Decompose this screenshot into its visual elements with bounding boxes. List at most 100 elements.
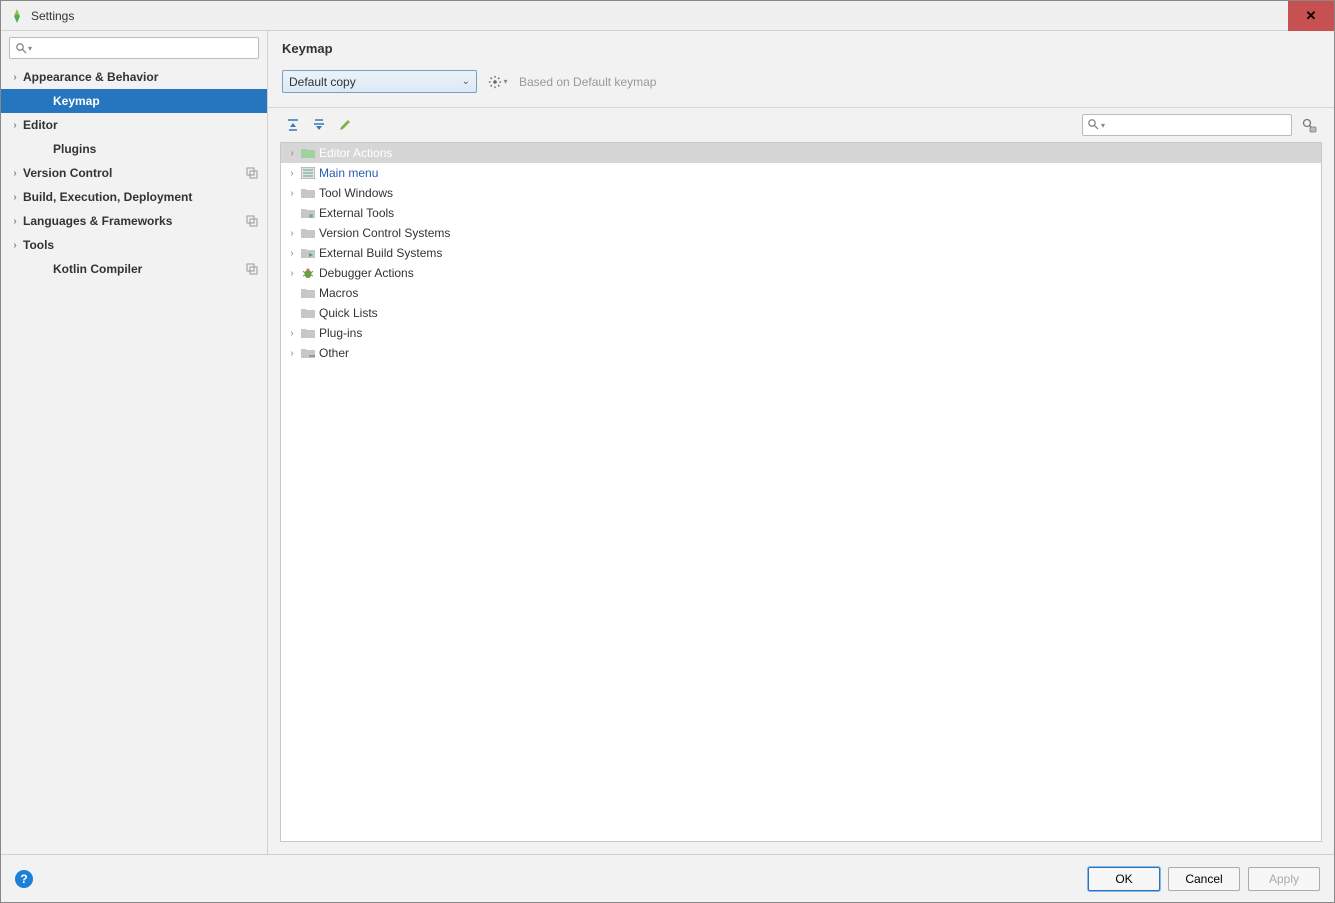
app-icon (9, 8, 25, 24)
chevron-right-icon: › (7, 168, 23, 179)
expand-all-button[interactable] (280, 114, 306, 136)
content-header: Keymap Default copy ⌄ (268, 31, 1334, 108)
close-button[interactable]: ✕ (1288, 1, 1334, 31)
nav-version-control[interactable]: › Version Control (1, 161, 267, 185)
tree-editor-actions[interactable]: › Editor Actions (281, 143, 1321, 163)
action-search-box[interactable]: ▾ (1082, 114, 1292, 136)
chevron-right-icon: › (7, 192, 23, 203)
keymap-gear-button[interactable]: ▾ (487, 71, 509, 93)
chevron-right-icon: › (285, 168, 299, 179)
nav-appearance-behavior[interactable]: › Appearance & Behavior (1, 65, 267, 89)
search-dropdown-icon: ▾ (28, 44, 38, 53)
tree-label: Other (319, 346, 349, 360)
folder-icon (299, 325, 317, 341)
tree-label: Macros (319, 286, 358, 300)
chevron-right-icon: › (285, 148, 299, 159)
based-on-text: Based on Default keymap (519, 75, 656, 89)
edit-button[interactable] (332, 114, 358, 136)
tree-version-control-systems[interactable]: › Version Control Systems (281, 223, 1321, 243)
nav-tools[interactable]: › Tools (1, 233, 267, 257)
folder-icon (299, 145, 317, 161)
tree-label: Debugger Actions (319, 266, 414, 280)
project-level-icon (245, 262, 259, 276)
chevron-right-icon: › (285, 328, 299, 339)
sidebar-search-input[interactable] (38, 41, 254, 55)
chevron-right-icon: › (285, 348, 299, 359)
nav-label: Build, Execution, Deployment (23, 190, 192, 204)
nav-label: Tools (23, 238, 54, 252)
nav-kotlin-compiler[interactable]: › Kotlin Compiler (1, 257, 267, 281)
dialog-footer: ? OK Cancel Apply (1, 854, 1334, 902)
tree-label: Main menu (319, 166, 378, 180)
project-level-icon (245, 166, 259, 180)
tree-external-build-systems[interactable]: › External Build Systems (281, 243, 1321, 263)
search-dropdown-icon: ▾ (1101, 121, 1111, 130)
tree-tool-windows[interactable]: › Tool Windows (281, 183, 1321, 203)
tree-label: Plug-ins (319, 326, 362, 340)
keymap-selected-value: Default copy (289, 75, 356, 89)
expand-all-icon (286, 118, 300, 132)
pencil-icon (338, 118, 352, 132)
nav-editor[interactable]: › Editor (1, 113, 267, 137)
dropdown-icon: ▾ (503, 77, 507, 86)
nav-label: Version Control (23, 166, 112, 180)
tool-icon (299, 205, 317, 221)
collapse-all-button[interactable] (306, 114, 332, 136)
sidebar-search-box[interactable]: ▾ (9, 37, 259, 59)
folder-icon (299, 285, 317, 301)
collapse-all-icon (312, 118, 326, 132)
tree-external-tools[interactable]: › External Tools (281, 203, 1321, 223)
search-icon (1087, 118, 1101, 132)
keymap-row: Default copy ⌄ ▾ Based o (282, 70, 1320, 93)
tree-label: Editor Actions (319, 146, 392, 160)
project-level-icon (245, 214, 259, 228)
tree-quick-lists[interactable]: › Quick Lists (281, 303, 1321, 323)
tree-label: Version Control Systems (319, 226, 450, 240)
chevron-right-icon: › (285, 268, 299, 279)
tree-plug-ins[interactable]: › Plug-ins (281, 323, 1321, 343)
bug-icon (299, 265, 317, 281)
chevron-right-icon: › (7, 120, 23, 131)
content-panel: Keymap Default copy ⌄ (268, 31, 1334, 854)
find-by-shortcut-button[interactable] (1296, 114, 1322, 136)
nav-label: Languages & Frameworks (23, 214, 172, 228)
nav-languages-frameworks[interactable]: › Languages & Frameworks (1, 209, 267, 233)
action-search-input[interactable] (1111, 118, 1287, 132)
main-area: ▾ › Appearance & Behavior › Keymap › Edi… (1, 31, 1334, 854)
folder-icon (299, 225, 317, 241)
sidebar-search-wrap: ▾ (1, 31, 267, 65)
chevron-right-icon: › (7, 240, 23, 251)
search-icon (14, 41, 28, 55)
menu-icon (299, 165, 317, 181)
close-icon: ✕ (1306, 8, 1317, 24)
chevron-right-icon: › (7, 216, 23, 227)
keymap-select[interactable]: Default copy ⌄ (282, 70, 477, 93)
tree-label: Tool Windows (319, 186, 393, 200)
nav-keymap[interactable]: › Keymap (1, 89, 267, 113)
folder-arrow-icon (299, 245, 317, 261)
tree-debugger-actions[interactable]: › Debugger Actions (281, 263, 1321, 283)
chevron-down-icon: ⌄ (462, 76, 470, 87)
chevron-right-icon: › (285, 228, 299, 239)
gear-icon (488, 75, 502, 89)
tree-main-menu[interactable]: › Main menu (281, 163, 1321, 183)
nav-label: Appearance & Behavior (23, 70, 158, 84)
nav-label: Kotlin Compiler (53, 262, 142, 276)
tree-other[interactable]: › Other (281, 343, 1321, 363)
nav-label: Editor (23, 118, 58, 132)
tree-macros[interactable]: › Macros (281, 283, 1321, 303)
nav-label: Keymap (53, 94, 100, 108)
ok-button[interactable]: OK (1088, 867, 1160, 891)
chevron-right-icon: › (285, 248, 299, 259)
settings-nav: › Appearance & Behavior › Keymap › Edito… (1, 65, 267, 854)
nav-plugins[interactable]: › Plugins (1, 137, 267, 161)
find-shortcut-icon (1301, 117, 1317, 133)
keymap-tree[interactable]: › Editor Actions › Main menu › Tool Wind… (280, 142, 1322, 842)
page-title: Keymap (282, 41, 1320, 56)
cancel-button[interactable]: Cancel (1168, 867, 1240, 891)
apply-button[interactable]: Apply (1248, 867, 1320, 891)
help-button[interactable]: ? (15, 870, 33, 888)
folder-dots-icon (299, 345, 317, 361)
window-title: Settings (31, 9, 74, 23)
nav-build-execution[interactable]: › Build, Execution, Deployment (1, 185, 267, 209)
